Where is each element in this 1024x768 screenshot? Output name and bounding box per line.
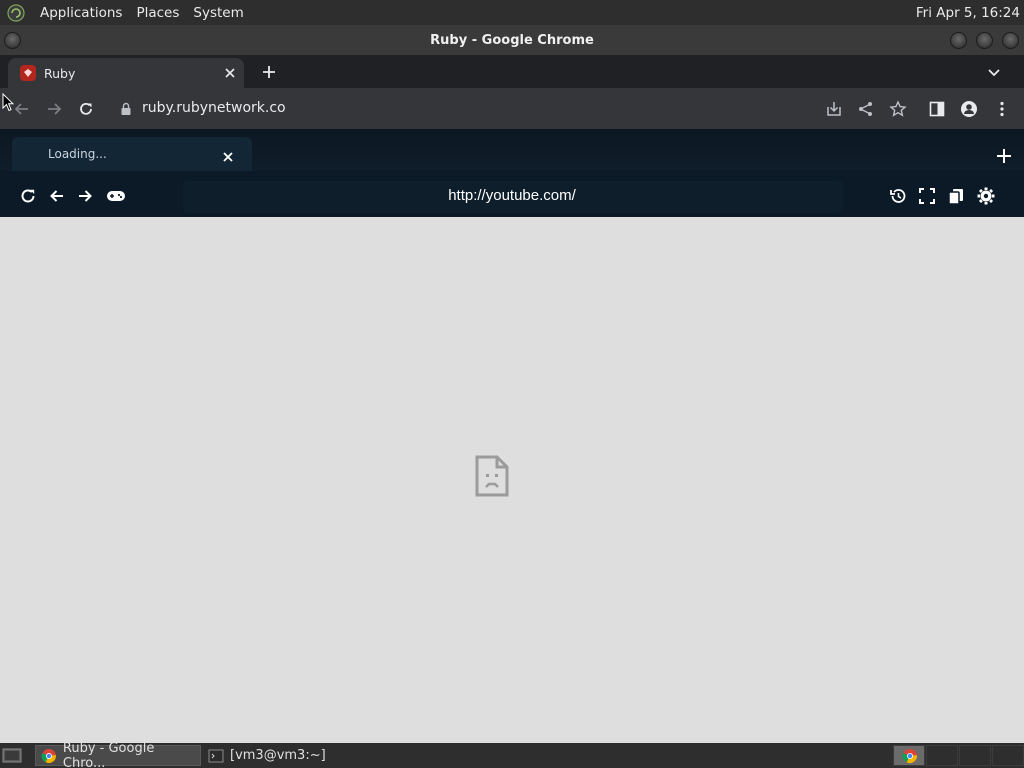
maximize-button[interactable]	[976, 32, 993, 49]
lock-icon[interactable]	[120, 102, 132, 116]
address-bar[interactable]: ruby.rubynetwork.co	[142, 100, 286, 116]
proxy-tab-title: Loading...	[48, 147, 107, 161]
taskbar-item-terminal[interactable]: [vm3@vm3:~]	[203, 745, 363, 766]
new-tab-icon[interactable]	[259, 62, 279, 82]
profile-icon[interactable]	[959, 99, 979, 119]
proxy-new-tab-icon[interactable]	[995, 147, 1013, 165]
window-title: Ruby - Google Chrome	[430, 32, 594, 48]
top-panel: Applications Places System Fri Apr 5, 16…	[0, 0, 1024, 25]
bookmark-star-icon[interactable]	[888, 99, 908, 119]
install-app-icon[interactable]	[824, 99, 844, 119]
workspace-2[interactable]	[926, 745, 958, 766]
share-icon[interactable]	[856, 99, 876, 119]
minimize-button[interactable]	[950, 32, 967, 49]
proxy-url[interactable]: http://youtube.com/	[0, 187, 1024, 204]
workspace-4[interactable]	[992, 745, 1024, 766]
workspace-3[interactable]	[959, 745, 991, 766]
close-tab-icon[interactable]	[222, 65, 238, 81]
taskbar-item-label: [vm3@vm3:~]	[230, 748, 326, 763]
sad-page-icon	[475, 455, 509, 497]
settings-gear-icon[interactable]	[976, 186, 996, 206]
close-window-button[interactable]	[1002, 32, 1019, 49]
chrome-icon	[902, 749, 917, 764]
more-menu-icon[interactable]	[992, 99, 1012, 119]
history-icon[interactable]	[888, 186, 908, 206]
tab-strip: Ruby	[0, 55, 1024, 88]
terminal-icon	[208, 749, 224, 762]
taskbar: Ruby - Google Chro... [vm3@vm3:~]	[0, 741, 1024, 768]
forward-arrow-icon[interactable]	[44, 99, 64, 119]
places-menu[interactable]: Places	[129, 5, 186, 21]
show-desktop-icon[interactable]	[2, 747, 22, 764]
taskbar-item-chrome[interactable]: Ruby - Google Chro...	[35, 741, 201, 768]
window-titlebar[interactable]: Ruby - Google Chrome	[0, 25, 1024, 55]
workspace-1[interactable]	[893, 745, 925, 766]
chrome-icon	[41, 748, 56, 763]
tab-search-chevron-icon[interactable]	[986, 64, 1002, 80]
panel-clock[interactable]: Fri Apr 5, 16:24	[916, 5, 1020, 21]
proxy-tab[interactable]: Loading...	[12, 137, 252, 171]
browser-tab-title: Ruby	[44, 65, 76, 81]
fullscreen-icon[interactable]	[917, 186, 937, 206]
proxy-tab-bar: Loading...	[0, 129, 1024, 171]
copy-icon[interactable]	[946, 186, 966, 206]
proxy-close-tab-icon[interactable]	[221, 150, 235, 164]
proxy-toolbar: http://youtube.com/	[0, 171, 1024, 217]
reload-icon[interactable]	[76, 99, 96, 119]
window-menu-button[interactable]	[4, 32, 21, 49]
back-arrow-icon[interactable]	[12, 99, 32, 119]
page-content	[0, 217, 1024, 743]
browser-toolbar: ruby.rubynetwork.co	[0, 88, 1024, 129]
mate-logo-icon[interactable]	[7, 3, 25, 22]
browser-tab[interactable]: Ruby	[8, 58, 244, 88]
system-menu[interactable]: System	[186, 5, 250, 21]
applications-menu[interactable]: Applications	[33, 5, 129, 21]
side-panel-icon[interactable]	[927, 99, 947, 119]
mouse-pointer-icon	[2, 93, 14, 112]
ruby-favicon-icon	[20, 65, 36, 81]
taskbar-item-label: Ruby - Google Chro...	[62, 740, 155, 768]
